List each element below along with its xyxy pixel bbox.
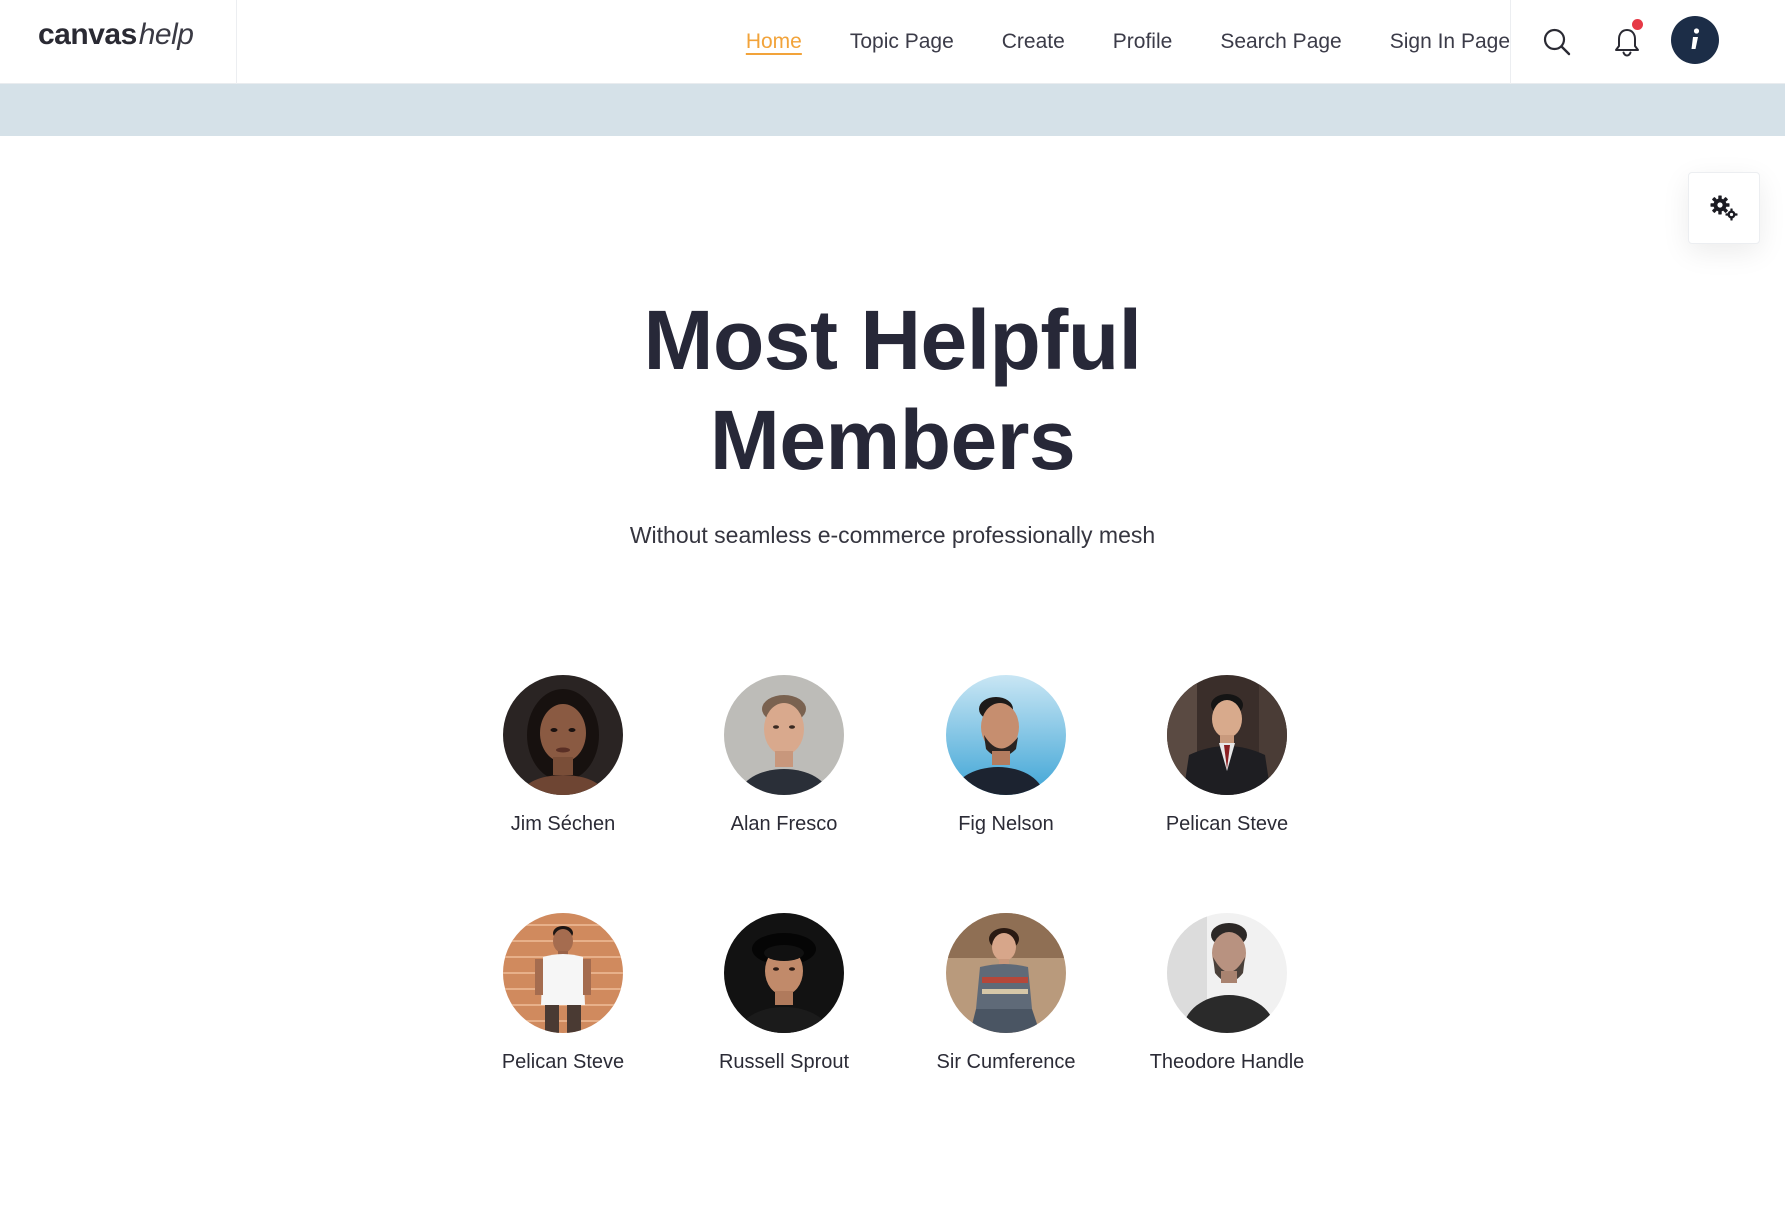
page-title: Most Helpful Members bbox=[0, 290, 1785, 490]
search-button[interactable] bbox=[1533, 18, 1581, 66]
avatar bbox=[724, 675, 844, 795]
nav-search-page[interactable]: Search Page bbox=[1220, 30, 1341, 54]
settings-button[interactable] bbox=[1688, 172, 1760, 244]
member-name: Pelican Steve bbox=[501, 1051, 625, 1073]
member-name: Russell Sprout bbox=[718, 1051, 850, 1073]
member-name: Fig Nelson bbox=[958, 813, 1054, 835]
member-card[interactable]: Alan Fresco bbox=[684, 675, 884, 840]
avatar bbox=[503, 675, 623, 795]
logo-area: canvashelp bbox=[0, 0, 237, 84]
top-header: canvashelp Home Topic Page Create Profil… bbox=[0, 0, 1785, 84]
member-card[interactable]: Theodore Handle bbox=[1127, 913, 1327, 1078]
member-card[interactable]: Pelican Steve bbox=[1127, 675, 1327, 840]
avatar bbox=[1167, 913, 1287, 1033]
member-name: Theodore Handle bbox=[1149, 1051, 1305, 1073]
member-name: Pelican Steve bbox=[1165, 813, 1289, 835]
nav-topic-page[interactable]: Topic Page bbox=[850, 30, 954, 54]
info-icon bbox=[1691, 28, 1700, 49]
nav-profile[interactable]: Profile bbox=[1113, 30, 1173, 54]
avatar bbox=[503, 913, 623, 1033]
member-card[interactable]: Pelican Steve bbox=[463, 913, 663, 1078]
brand-logo[interactable]: canvashelp bbox=[38, 18, 194, 52]
page-subtitle: Without seamless e-commerce professional… bbox=[629, 522, 1156, 548]
gears-icon bbox=[1710, 195, 1738, 221]
member-card[interactable]: Jim Séchen bbox=[463, 675, 663, 840]
member-name: Sir Cumference bbox=[936, 1051, 1076, 1073]
header-tools bbox=[1510, 0, 1785, 84]
avatar bbox=[946, 913, 1066, 1033]
page-title-line2: Members bbox=[709, 393, 1076, 487]
avatar bbox=[946, 675, 1066, 795]
notification-dot bbox=[1632, 19, 1643, 30]
nav-create[interactable]: Create bbox=[1002, 30, 1065, 54]
header-band bbox=[0, 84, 1785, 136]
member-name: Alan Fresco bbox=[730, 813, 838, 835]
bell-icon bbox=[1615, 29, 1639, 57]
info-button[interactable] bbox=[1671, 16, 1719, 64]
brand-name-bold: canvas bbox=[38, 18, 137, 51]
brand-name-light: help bbox=[138, 18, 194, 51]
member-name: Jim Séchen bbox=[510, 813, 616, 835]
avatar bbox=[1167, 675, 1287, 795]
nav-sign-in-page[interactable]: Sign In Page bbox=[1390, 30, 1510, 54]
member-card[interactable]: Russell Sprout bbox=[684, 913, 884, 1078]
nav-home[interactable]: Home bbox=[746, 30, 802, 54]
search-icon bbox=[1543, 28, 1571, 56]
page-title-line1: Most Helpful bbox=[643, 293, 1142, 387]
member-card[interactable]: Sir Cumference bbox=[906, 913, 1106, 1078]
member-card[interactable]: Fig Nelson bbox=[906, 675, 1106, 840]
notifications-button[interactable] bbox=[1603, 18, 1651, 66]
avatar bbox=[724, 913, 844, 1033]
main-nav: Home Topic Page Create Profile Search Pa… bbox=[698, 0, 1510, 84]
